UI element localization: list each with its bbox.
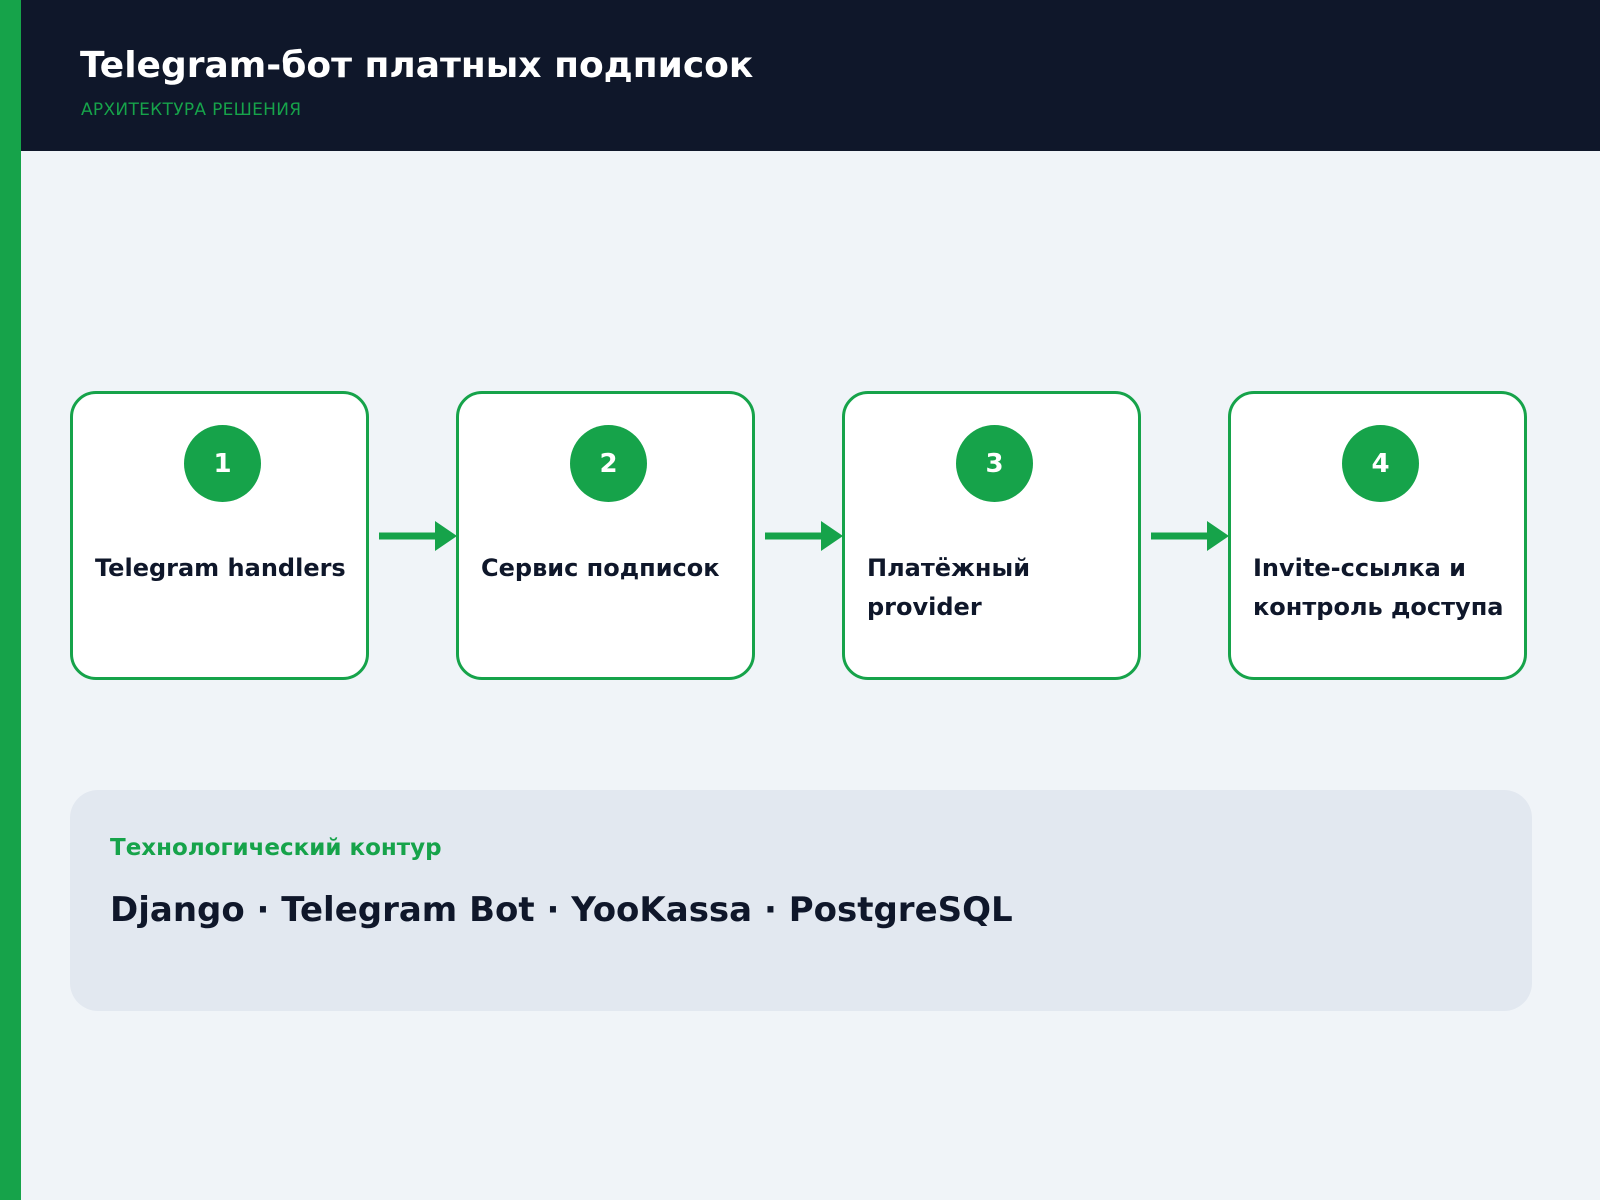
step-label: Сервис подписок — [481, 554, 720, 582]
arrow-right-icon — [379, 521, 457, 551]
step-number-badge: 2 — [570, 425, 647, 502]
tech-stack-list: Django · Telegram Bot · YooKassa · Postg… — [110, 890, 1013, 930]
step-card-3: 3 Платёжный provider — [842, 391, 1141, 680]
arrow-right-icon — [1151, 521, 1229, 551]
step-number-badge: 1 — [184, 425, 261, 502]
page-subtitle: АРХИТЕКТУРА РЕШЕНИЯ — [81, 100, 302, 120]
page-header: Telegram-бот платных подписок АРХИТЕКТУР… — [21, 0, 1600, 151]
step-card-2: 2 Сервис подписок — [456, 391, 755, 680]
step-label: Invite-ссылка и контроль доступа — [1253, 554, 1504, 621]
step-card-4: 4 Invite-ссылка и контроль доступа — [1228, 391, 1527, 680]
step-number-badge: 3 — [956, 425, 1033, 502]
tech-stack-heading: Технологический контур — [110, 835, 442, 861]
step-number-badge: 4 — [1342, 425, 1419, 502]
step-label: Платёжный provider — [867, 554, 1031, 621]
accent-bar — [0, 0, 21, 1200]
tech-stack-panel: Технологический контур Django · Telegram… — [70, 790, 1532, 1011]
step-label: Telegram handlers — [95, 554, 346, 582]
arrow-right-icon — [765, 521, 843, 551]
step-card-1: 1 Telegram handlers — [70, 391, 369, 680]
page-title: Telegram-бот платных подписок — [80, 45, 754, 86]
